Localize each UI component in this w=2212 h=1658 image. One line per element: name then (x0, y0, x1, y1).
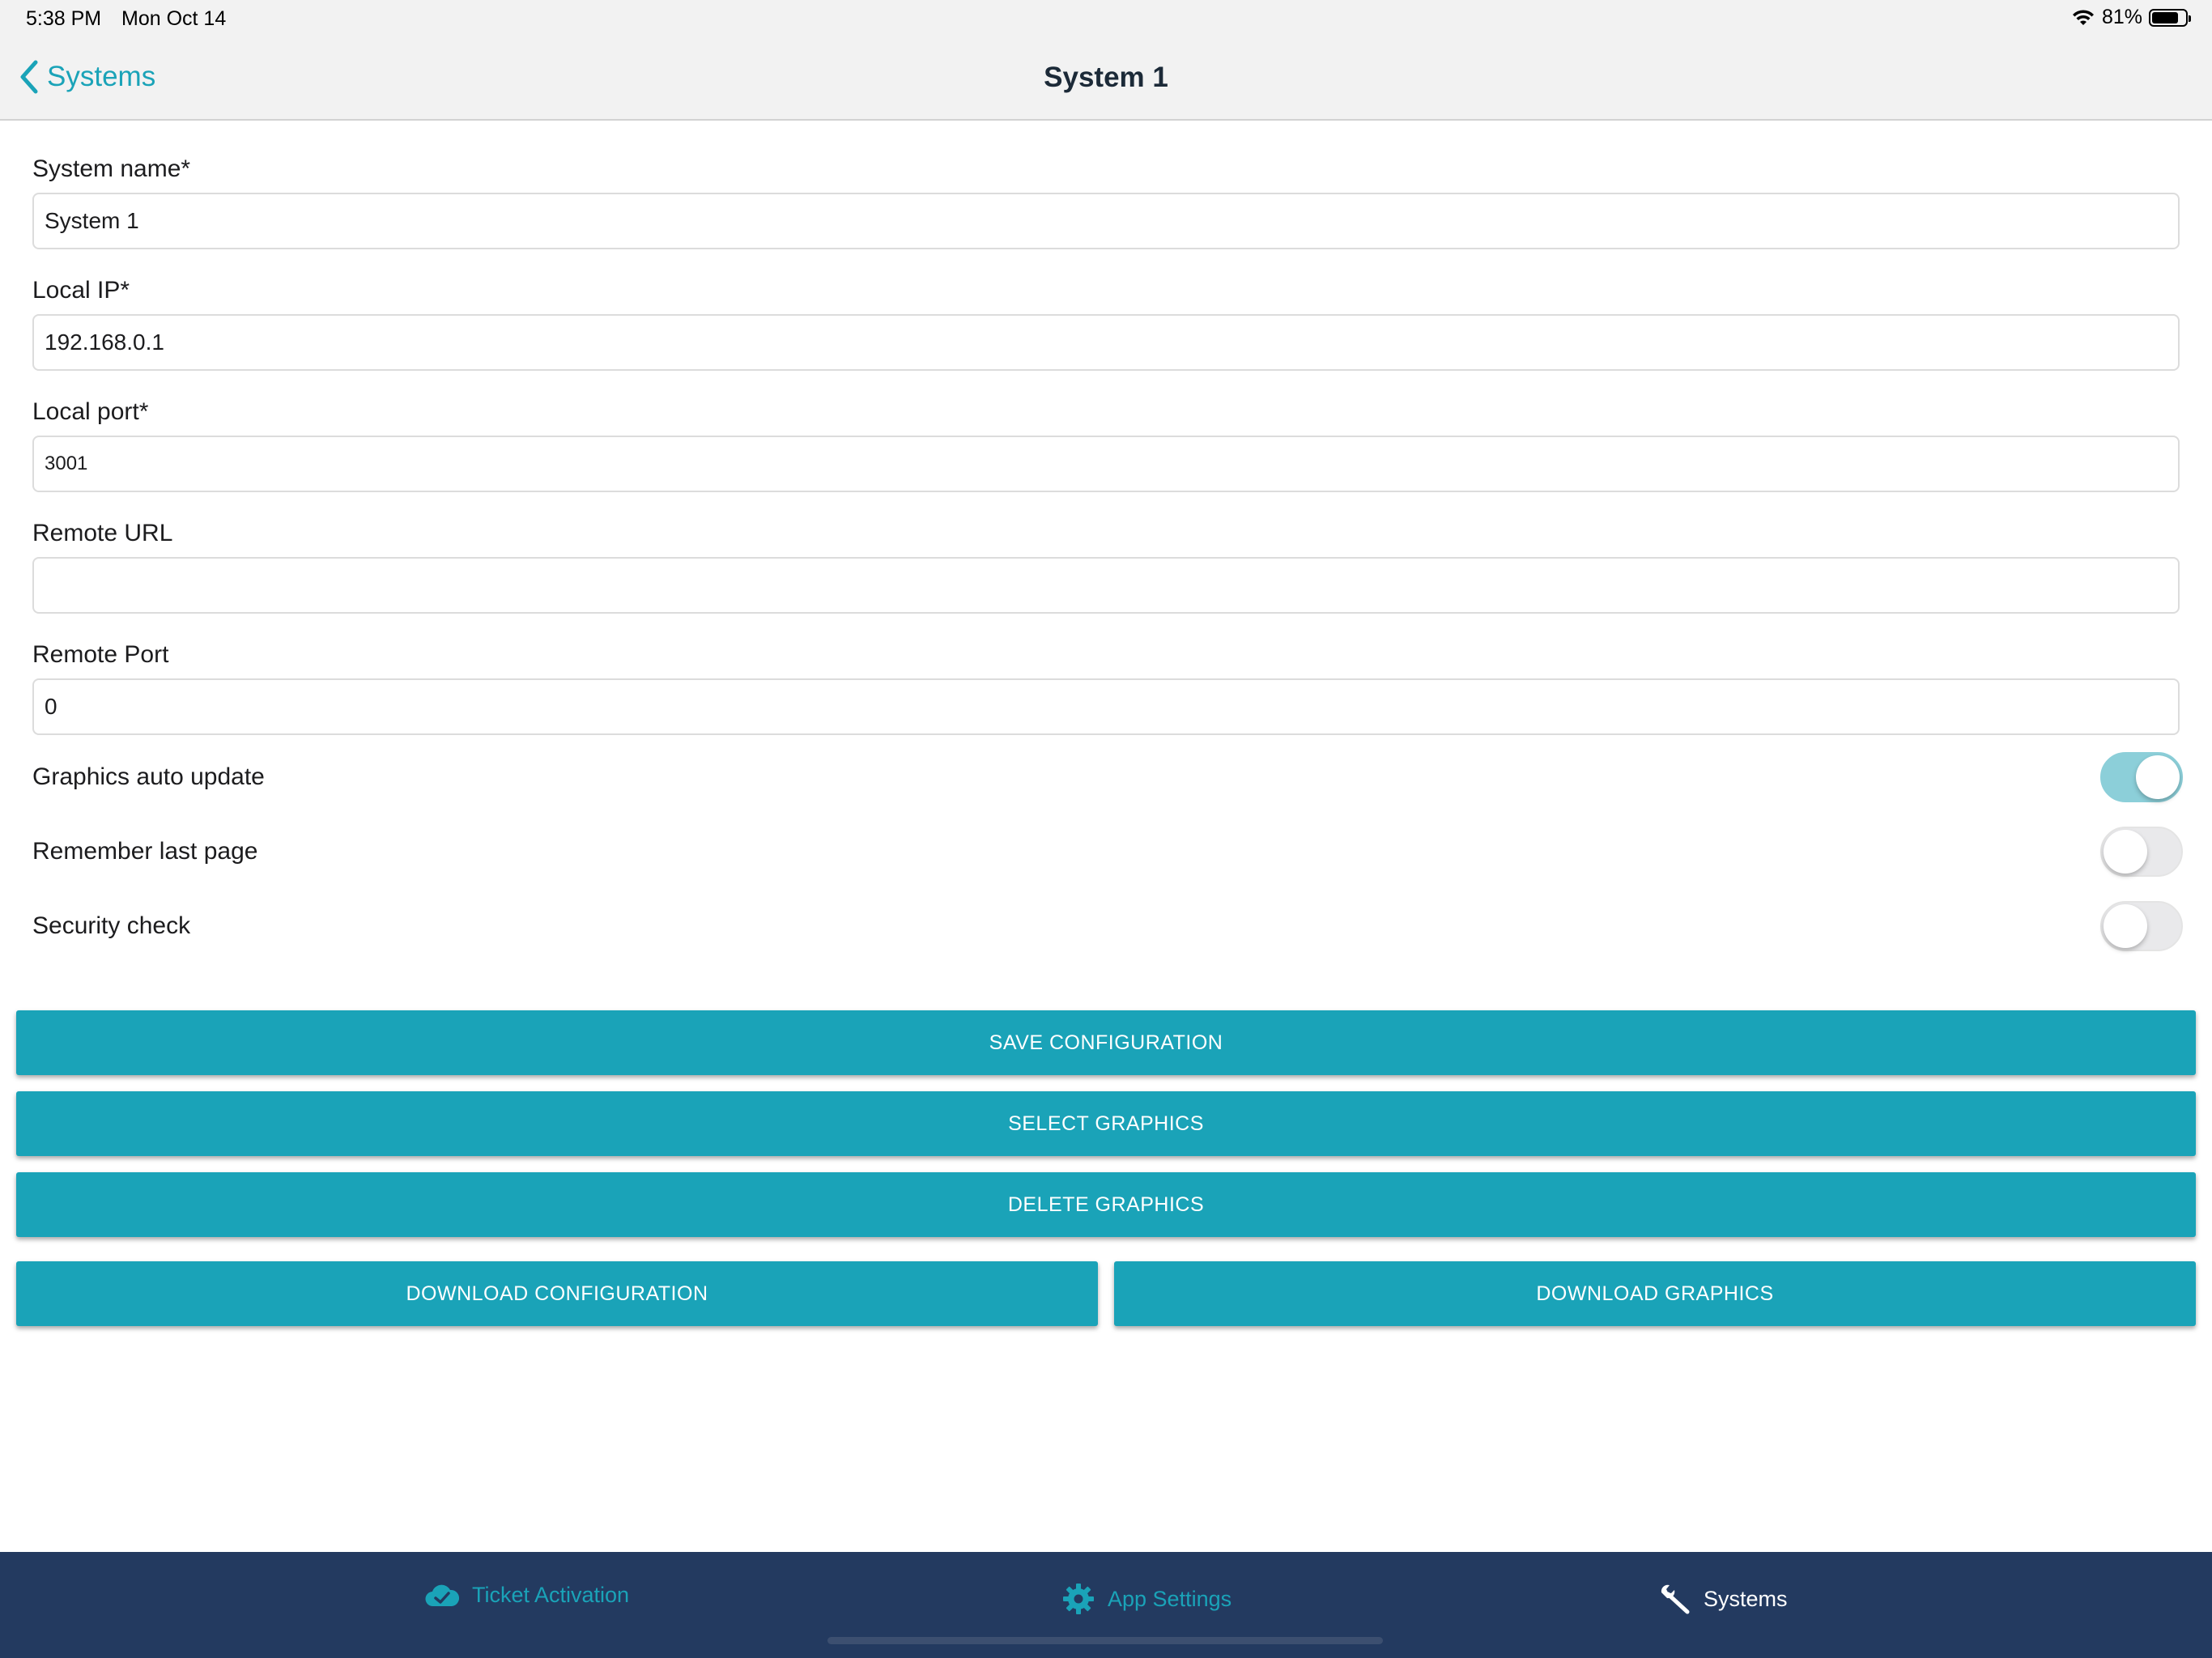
graphics-auto-update-row: Graphics auto update (32, 740, 2183, 814)
remote-url-group: Remote URL (32, 518, 2180, 614)
top-bar: 5:38 PM Mon Oct 14 81% Systems System 1 (0, 0, 2212, 121)
tab-app-settings[interactable]: App Settings (1062, 1583, 1231, 1615)
wifi-icon (2072, 9, 2094, 25)
tab-systems[interactable]: Systems (1658, 1583, 1788, 1615)
battery-level (2152, 11, 2179, 23)
remember-last-page-label: Remember last page (32, 838, 258, 865)
remote-url-label: Remote URL (32, 520, 173, 546)
local-ip-label: Local IP* (32, 277, 130, 304)
system-name-label: System name* (32, 155, 191, 182)
system-name-group: System name* (32, 154, 2180, 249)
battery-percent: 81% (2101, 6, 2142, 28)
delete-graphics-button[interactable]: DELETE GRAPHICS (16, 1172, 2196, 1237)
graphics-auto-update-toggle[interactable] (2100, 752, 2183, 802)
system-form: System name* Local IP* Local port* Remot… (32, 154, 2183, 963)
wrench-icon (1661, 1584, 1690, 1614)
toggle-knob (2104, 904, 2147, 948)
toggle-knob (2104, 830, 2147, 874)
status-time: 5:38 PM (26, 7, 102, 30)
cloud-check-icon (425, 1584, 459, 1606)
tab-bar: Ticket Activation App Settings Systems (0, 1552, 2212, 1658)
home-indicator (827, 1637, 1383, 1644)
system-name-input[interactable] (32, 193, 2180, 249)
status-bar: 5:38 PM Mon Oct 14 81% (0, 0, 2212, 39)
download-configuration-button[interactable]: DOWNLOAD CONFIGURATION (16, 1261, 1098, 1326)
tab-ticket-activation-label: Ticket Activation (472, 1583, 630, 1607)
page-title: System 1 (1044, 62, 1168, 93)
battery-icon (2149, 8, 2191, 27)
security-check-label: Security check (32, 912, 191, 939)
local-ip-input[interactable] (32, 314, 2180, 371)
local-ip-group: Local IP* (32, 275, 2180, 371)
security-check-row: Security check (32, 889, 2183, 963)
security-check-toggle[interactable] (2100, 901, 2183, 951)
remember-last-page-toggle[interactable] (2100, 827, 2183, 877)
status-date: Mon Oct 14 (121, 7, 227, 30)
tab-app-settings-label: App Settings (1108, 1586, 1232, 1611)
toggle-knob (2136, 755, 2180, 799)
graphics-auto-update-label: Graphics auto update (32, 763, 265, 790)
navigation-bar: Systems System 1 (0, 39, 2212, 120)
remote-port-input[interactable] (32, 678, 2180, 735)
download-graphics-button[interactable]: DOWNLOAD GRAPHICS (1114, 1261, 2196, 1326)
local-port-group: Local port* (32, 397, 2180, 492)
gear-icon (1063, 1584, 1094, 1614)
remote-port-label: Remote Port (32, 641, 169, 668)
remote-url-input[interactable] (32, 557, 2180, 614)
remote-port-group: Remote Port (32, 640, 2180, 735)
remember-last-page-row: Remember last page (32, 814, 2183, 889)
local-port-label: Local port* (32, 398, 149, 425)
local-port-input[interactable] (32, 436, 2180, 492)
tab-ticket-activation[interactable]: Ticket Activation (425, 1583, 629, 1608)
select-graphics-button[interactable]: SELECT GRAPHICS (16, 1091, 2196, 1156)
status-indicators: 81% (2071, 6, 2191, 29)
tab-systems-label: Systems (1704, 1586, 1788, 1611)
save-configuration-button[interactable]: SAVE CONFIGURATION (16, 1010, 2196, 1075)
